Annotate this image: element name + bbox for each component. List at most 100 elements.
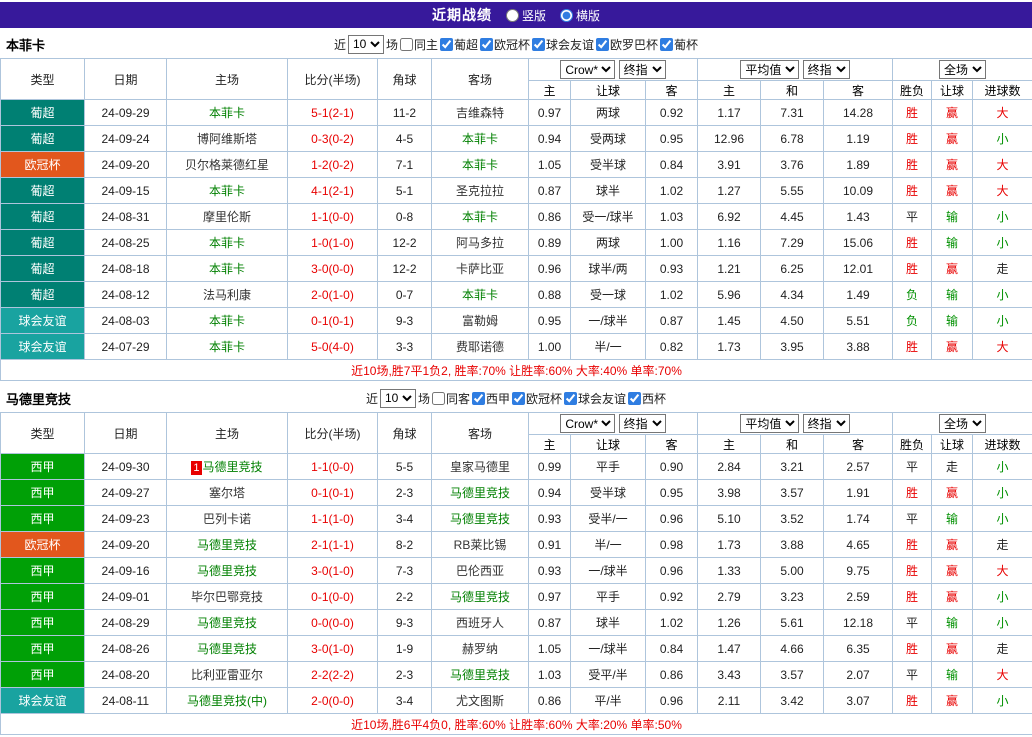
europe-odds-group: 平均值 终指 [696,58,894,81]
league-filter[interactable]: 西甲 [471,390,510,407]
league-filter[interactable]: 葡超 [439,36,478,53]
league-checkbox[interactable] [532,37,546,51]
away-team: 卡萨比亚 [431,255,529,282]
odds-away: 1.03 [645,203,698,230]
score: 2-2(2-2) [287,661,378,688]
avg-draw: 5.61 [760,609,824,636]
same-venue-checkbox[interactable] [399,37,413,51]
result-wdl: 胜 [892,583,933,610]
odds-away: 1.02 [645,609,698,636]
games-label: 场 [385,37,398,52]
final-odds-select[interactable]: 终指 [802,414,850,433]
avg-home: 1.45 [697,307,761,334]
same-venue-checkbox[interactable] [431,391,445,405]
result-wdl: 负 [892,281,933,308]
same-venue-filter[interactable]: 同客 [431,390,470,407]
home-team: 马德里竞技 [166,635,288,662]
result-goals: 小 [972,281,1032,308]
odds-away: 0.93 [645,255,698,282]
league-badge: 西甲 [0,583,85,610]
handicap-line: 一/球半 [570,557,646,584]
home-team: 博阿维斯塔 [166,125,288,152]
column-header-score: 比分(半场) [287,58,378,100]
away-team: 阿马多拉 [431,229,529,256]
horizontal-layout-radio[interactable] [560,8,573,22]
bookmaker-select[interactable]: Crow* [560,414,616,433]
league-filter[interactable]: 西杯 [628,390,666,407]
corner-count: 2-3 [377,479,432,506]
league-badge: 西甲 [0,453,85,480]
corner-count: 0-7 [377,281,432,308]
avg-away: 1.19 [822,125,894,152]
league-badge: 西甲 [0,479,85,506]
average-select[interactable]: 平均值 [740,60,800,79]
odds-home: 0.93 [528,505,571,532]
odds-away: 0.84 [645,151,698,178]
average-select[interactable]: 平均值 [740,414,800,433]
league-filter[interactable]: 球会友谊 [564,390,626,407]
avg-home: 5.10 [697,505,761,532]
league-badge: 葡超 [0,177,85,204]
handicap-line: 受半球 [570,479,646,506]
final-odds-select[interactable]: 终指 [802,60,850,79]
corner-count: 7-3 [377,557,432,584]
away-team: 马德里竞技 [431,505,529,532]
bookmaker-select[interactable]: Crow* [560,60,616,79]
same-venue-filter[interactable]: 同主 [399,36,438,53]
handicap-line: 平手 [570,583,646,610]
league-filter[interactable]: 球会友谊 [532,36,594,53]
match-row: 欧冠杯 24-09-20 马德里竞技 2-1(1-1) 8-2 RB莱比锡 0.91 半/一 0… [0,531,1032,558]
league-checkbox[interactable] [628,391,642,405]
league-filter[interactable]: 欧冠杯 [480,36,530,53]
vertical-layout-radio[interactable] [505,8,519,22]
column-header-goals: 进球数 [972,80,1032,100]
result-goals: 大 [972,151,1032,178]
result-goals: 大 [972,99,1032,126]
result-goals: 大 [972,333,1032,360]
league-filter[interactable]: 葡杯 [660,36,698,53]
match-count-select[interactable]: 10 [347,34,384,54]
column-header-avg-draw: 和 [760,80,824,100]
match-row: 欧冠杯 24-09-20 贝尔格莱德红星 1-2(0-2) 7-1 本菲卡 1.05 受半球 0… [0,151,1032,178]
league-checkbox[interactable] [471,391,485,405]
match-date: 24-08-03 [84,307,167,334]
league-badge: 球会友谊 [0,307,85,334]
league-badge: 葡超 [0,125,85,152]
league-filter[interactable]: 欧冠杯 [512,390,562,407]
match-date: 24-08-11 [84,687,167,714]
fulltime-select[interactable]: 全场 [939,60,987,79]
match-date: 24-09-01 [84,583,167,610]
league-checkbox[interactable] [512,391,525,405]
fulltime-select[interactable]: 全场 [939,414,987,433]
match-count-select[interactable]: 10 [379,388,416,408]
handicap-line: 受半球 [570,151,646,178]
column-header-corner: 角球 [377,412,432,454]
league-filter[interactable]: 欧罗巴杯 [596,36,658,53]
corner-count: 11-2 [377,99,432,126]
layout-option-horizontal[interactable]: 横版 [560,7,600,24]
match-date: 24-08-18 [84,255,167,282]
odds-home: 0.95 [528,307,571,334]
result-handicap: 赢 [931,479,974,506]
league-checkbox[interactable] [596,37,610,51]
avg-away: 1.43 [822,203,894,230]
score: 0-1(0-0) [287,583,378,610]
avg-away: 1.89 [822,151,894,178]
result-goals: 小 [972,203,1032,230]
result-goals: 小 [972,307,1032,334]
layout-option-vertical[interactable]: 竖版 [505,7,546,24]
away-team: 西班牙人 [431,609,529,636]
league-checkbox[interactable] [564,391,578,405]
odds-home: 0.87 [528,609,571,636]
final-odds-select[interactable]: 终指 [618,60,666,79]
league-checkbox[interactable] [480,37,493,51]
league-checkbox[interactable] [660,37,674,51]
league-checkbox[interactable] [439,37,453,51]
corner-count: 3-3 [377,333,432,360]
handicap-line: 受一/球半 [570,203,646,230]
vertical-layout-label: 竖版 [521,8,546,23]
column-header-avg-home: 主 [697,434,761,454]
match-date: 24-08-12 [84,281,167,308]
handicap-line: 一/球半 [570,307,646,334]
final-odds-select[interactable]: 终指 [618,414,666,433]
